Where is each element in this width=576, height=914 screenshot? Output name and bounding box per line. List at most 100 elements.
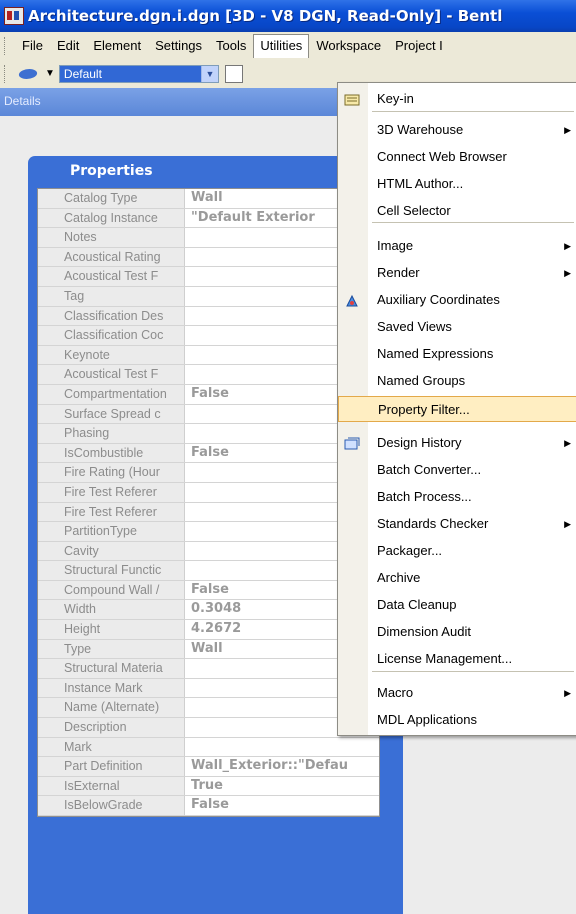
menu-file[interactable]: File [15,34,50,57]
property-row[interactable]: Catalog Type Wall [38,189,379,209]
property-row[interactable]: Instance Mark [38,678,379,699]
menu-item-image[interactable]: Image ▶ [338,233,576,259]
property-value[interactable] [185,738,379,757]
properties-grid: Catalog Type Wall Catalog Instance "Default… [37,188,380,817]
menu-item-data-cleanup[interactable]: Data Cleanup [338,592,576,618]
chevron-down-icon[interactable]: ▼ [200,65,218,82]
property-row[interactable]: Notes [38,228,379,248]
property-value[interactable]: False [185,796,379,815]
submenu-arrow-icon: ▶ [564,268,571,278]
level-manager-icon[interactable] [224,64,243,83]
menu-item-label: License Management... [377,651,513,666]
property-row[interactable]: Classification Des [38,306,379,327]
menu-item-html-author[interactable]: HTML Author... [338,171,576,197]
menu-item-saved-views[interactable]: Saved Views [338,314,576,340]
menu-project[interactable]: Project I [388,34,450,57]
property-row[interactable]: Part Definition Wall_Exterior::"Defau [38,757,379,777]
menu-item-standards-checker[interactable]: Standards Checker ▶ [338,511,576,537]
property-row[interactable]: Phasing [38,424,379,444]
property-row[interactable]: Compound Wall / False [38,580,379,601]
property-row[interactable]: Name (Alternate) [38,698,379,719]
property-name: Surface Spread c [38,404,185,424]
menu-item-cell-selector[interactable]: Cell Selector [338,198,576,224]
menubar-grip-handle[interactable] [4,36,9,55]
property-row[interactable]: Surface Spread c [38,404,379,425]
property-name: Part Definition [38,757,185,776]
property-row[interactable]: Structural Functic [38,561,379,581]
auxiliary-coordinates-icon [344,292,360,308]
menu-item-label: MDL Applications [377,712,477,727]
property-row[interactable]: Fire Test Referer [38,502,379,523]
property-row[interactable]: Fire Test Referer [38,482,379,503]
property-row[interactable]: Cavity [38,541,379,562]
menu-tools[interactable]: Tools [209,34,253,57]
level-combo-box[interactable]: Default ▼ [58,64,219,83]
menu-item-label: Dimension Audit [377,624,471,639]
property-row[interactable]: IsCombustible False [38,443,379,464]
property-row[interactable]: Mark [38,737,379,758]
property-value[interactable]: True [185,777,379,796]
menu-item-batch-converter[interactable]: Batch Converter... [338,457,576,483]
menu-settings[interactable]: Settings [148,34,209,57]
menu-item-label: Named Expressions [377,346,494,361]
property-row[interactable]: Acoustical Test F [38,365,379,385]
property-row[interactable]: Height 4.2672 [38,620,379,640]
property-row[interactable]: Classification Coc [38,326,379,346]
menu-item-3d-warehouse[interactable]: 3D Warehouse ▶ [338,117,576,143]
property-row[interactable]: Structural Materia [38,659,379,679]
property-row[interactable]: Width 0.3048 [38,600,379,621]
menu-item-key-in[interactable]: Key-in [338,86,576,112]
details-label: Details [4,94,41,108]
menu-item-mdl-applications[interactable]: MDL Applications [338,707,576,733]
property-row[interactable]: Acoustical Test F [38,267,379,287]
microstation-app-icon [4,7,24,25]
property-row[interactable]: PartitionType [38,522,379,542]
property-row[interactable]: Description [38,718,379,738]
property-row[interactable]: Keynote [38,345,379,366]
menu-edit[interactable]: Edit [50,34,86,57]
property-row[interactable]: Acoustical Rating [38,247,379,268]
menu-item-label: Cell Selector [377,203,451,218]
menu-item-property-filter[interactable]: Property Filter... [338,396,576,422]
property-name: Tag [38,286,185,306]
property-name: Instance Mark [38,678,185,698]
menu-item-label: HTML Author... [377,176,464,191]
property-row[interactable]: Catalog Instance "Default Exterior [38,208,379,229]
property-row[interactable]: IsExternal True [38,776,379,797]
design-history-icon [344,435,360,451]
menu-item-named-expressions[interactable]: Named Expressions [338,341,576,367]
menu-item-auxiliary-coordinates[interactable]: Auxiliary Coordinates [338,287,576,313]
property-name: Acoustical Test F [38,267,185,286]
property-name: Name (Alternate) [38,698,185,718]
menu-item-dimension-audit[interactable]: Dimension Audit [338,619,576,645]
menu-item-label: Property Filter... [378,402,470,417]
menu-item-batch-process[interactable]: Batch Process... [338,484,576,510]
title-bar: Architecture.dgn.i.dgn [3D - V8 DGN, Rea… [0,0,576,32]
property-name: Height [38,620,185,639]
property-row[interactable]: Tag [38,286,379,307]
menu-item-design-history[interactable]: Design History ▶ [338,430,576,456]
level-display-icon[interactable] [19,67,39,81]
menu-item-render[interactable]: Render ▶ [338,260,576,286]
menu-utilities[interactable]: Utilities [253,33,310,58]
property-name: Description [38,718,185,737]
menu-item-archive[interactable]: Archive [338,565,576,591]
property-name: Fire Rating (Hour [38,463,185,482]
menu-workspace[interactable]: Workspace [309,34,388,57]
toolbar-grip-handle[interactable] [4,64,9,83]
window-title: Architecture.dgn.i.dgn [3D - V8 DGN, Rea… [28,7,503,25]
level-dropdown-arrow-icon[interactable]: ▼ [45,68,55,79]
property-row[interactable]: Type Wall [38,639,379,660]
menu-item-packager[interactable]: Packager... [338,538,576,564]
submenu-arrow-icon: ▶ [564,438,571,448]
menu-item-label: Named Groups [377,373,466,388]
property-value[interactable]: Wall_Exterior::"Defau [185,757,379,776]
menu-item-macro[interactable]: Macro ▶ [338,680,576,706]
property-row[interactable]: Compartmentation False [38,384,379,405]
menu-item-named-groups[interactable]: Named Groups [338,368,576,394]
menu-item-connect-web-browser[interactable]: Connect Web Browser [338,144,576,170]
menu-element[interactable]: Element [86,34,148,57]
property-row[interactable]: IsBelowGrade False [38,796,379,816]
property-row[interactable]: Fire Rating (Hour [38,463,379,483]
menu-item-license-management[interactable]: License Management... [338,646,576,672]
